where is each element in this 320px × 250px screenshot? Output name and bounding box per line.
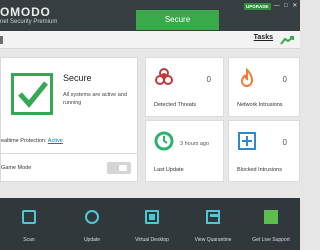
check-icon (18, 81, 48, 108)
game-mode-label: Game Mode (1, 165, 32, 171)
quarantine-icon (206, 210, 220, 224)
update-icon (85, 210, 99, 224)
scan-label: Scan (23, 237, 35, 243)
product-name: net Security Premium (0, 19, 58, 25)
view-quarantine-label: View Quarantine (194, 237, 232, 243)
detected-threats-label: Detected Threats (154, 102, 197, 108)
flame-icon (240, 68, 254, 88)
menu-icon[interactable] (0, 36, 3, 44)
scan-button[interactable]: Scan (4, 198, 54, 250)
network-intrusions-tile[interactable]: 0 Network Intrusions (228, 57, 300, 117)
detected-threats-count: 0 (206, 75, 211, 84)
scan-icon (22, 210, 36, 224)
virtual-desktop-icon (145, 210, 159, 224)
blocked-intrusions-label: Blocked Intrusions (237, 167, 282, 173)
virtual-desktop-label: Virtual Desktop (135, 237, 169, 243)
update-circle-icon (154, 131, 174, 151)
view-quarantine-button[interactable]: View Quarantine (182, 198, 244, 250)
sub-toolbar: Tasks (0, 31, 300, 49)
close-icon[interactable]: ✕ (292, 2, 298, 10)
maximize-icon[interactable]: □ (283, 2, 289, 10)
tasks-arrow-icon[interactable] (280, 36, 294, 45)
tasks-link[interactable]: Tasks (254, 34, 273, 41)
bottom-action-bar: Scan Update Virtual Desktop View Quarant… (0, 198, 300, 250)
realtime-active-link[interactable]: Active (48, 138, 63, 144)
upgrade-button[interactable]: UPGRADE (244, 2, 271, 10)
security-dashboard: OMODO net Security Premium Secure UPGRAD… (0, 0, 300, 250)
support-icon (264, 210, 278, 224)
minimize-icon[interactable]: — (274, 2, 280, 10)
game-mode-panel: Game Mode (0, 153, 138, 182)
network-intrusions-label: Network Intrusions (237, 102, 283, 108)
realtime-protection-status: ealtime Protection: Active (1, 138, 63, 144)
toggle-knob (119, 165, 127, 171)
update-button[interactable]: Update (64, 198, 120, 250)
window-control-bar: UPGRADE — □ ✕ (244, 0, 300, 12)
top-header: OMODO net Security Premium Secure UPGRAD… (0, 0, 300, 31)
plus-box-icon (238, 132, 256, 150)
security-title: Secure (63, 73, 92, 83)
last-update-tile[interactable]: 3 hours ago Last Update (145, 120, 224, 182)
secure-status-tab[interactable]: Secure (136, 10, 219, 30)
security-description: All systems are active and running (63, 92, 127, 106)
last-update-label: Last Update (154, 167, 184, 173)
virtual-desktop-button[interactable]: Virtual Desktop (122, 198, 182, 250)
blocked-intrusions-tile[interactable]: 0 Blocked Intrusions (228, 120, 300, 182)
network-intrusions-count: 0 (282, 75, 287, 84)
update-label: Update (83, 237, 101, 243)
blocked-intrusions-count: 0 (282, 138, 287, 147)
realtime-label: ealtime Protection: (1, 138, 47, 144)
biohazard-icon (155, 68, 173, 85)
app-brand: OMODO (0, 5, 51, 19)
game-mode-toggle[interactable] (107, 162, 131, 174)
secure-check-box (11, 73, 53, 115)
detected-threats-tile[interactable]: 0 Detected Threats (145, 57, 224, 117)
live-support-label: Get Live Support (252, 237, 290, 243)
last-update-time: 3 hours ago (180, 141, 210, 147)
live-support-button[interactable]: Get Live Support (242, 198, 300, 250)
